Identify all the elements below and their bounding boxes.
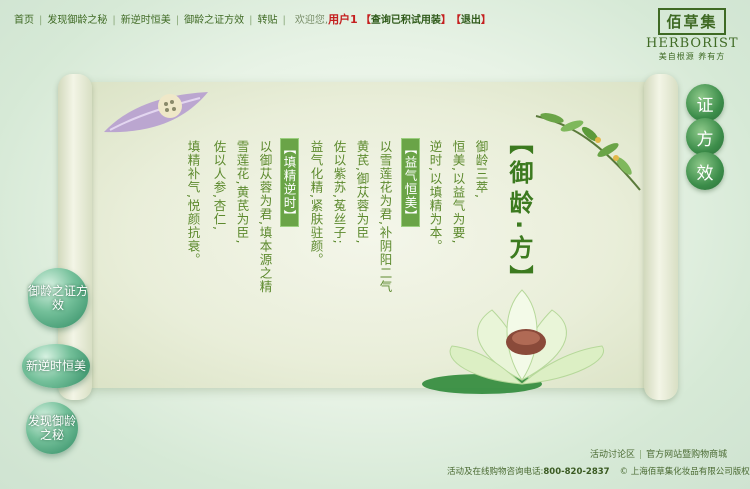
heading-tianjing-nishi: 【填精逆时】 bbox=[279, 138, 299, 227]
nav-new-link[interactable]: 新逆时恒美 bbox=[121, 11, 171, 26]
nav-separator: | bbox=[39, 15, 43, 26]
scroll-text-column: 以御苁蓉为君,填本源之精 bbox=[257, 140, 273, 294]
footer-info: 活动及在线购物咨询电话:800-820-2837 © 上海佰草集化妆品有限公司版权… bbox=[447, 465, 750, 477]
scroll-heading-yiqi: 【益气恒美】 bbox=[400, 138, 420, 227]
top-nav: 首页 | 发现御龄之秘 | 新逆时恒美 | 御龄之证方效 | 转贴 | 欢迎您,用户1 【查询已积试… bbox=[14, 11, 491, 27]
bracket-close: 】 bbox=[480, 15, 491, 26]
zheng-button[interactable]: 证 bbox=[686, 84, 724, 122]
nav-separator: | bbox=[282, 15, 286, 26]
bracket-close: 】 bbox=[440, 15, 451, 26]
scroll-text-column: 佐以人参,杏仁, bbox=[211, 140, 227, 231]
left-nav-proof-button[interactable]: 御龄之证方效 bbox=[28, 268, 88, 328]
scroll-text-column: 雪莲花,黄芪为臣, bbox=[234, 140, 250, 245]
nav-repost-link[interactable]: 转贴 bbox=[258, 11, 278, 26]
welcome-text: 欢迎您, bbox=[294, 15, 329, 26]
scroll-heading-tianjing: 【填精逆时】 bbox=[279, 138, 299, 227]
query-trial-link[interactable]: 查询已积试用装 bbox=[371, 11, 441, 26]
logout-link[interactable]: 退出 bbox=[461, 11, 481, 26]
footer-phone: 800-820-2837 bbox=[543, 467, 610, 477]
nav-separator: | bbox=[175, 15, 180, 26]
scroll-text-column: 逆时,以填精为本。 bbox=[427, 140, 443, 253]
bracket-open: 【 bbox=[450, 15, 461, 26]
nav-separator: | bbox=[112, 15, 116, 26]
username: 用户1 bbox=[328, 13, 358, 26]
scroll-text-column: 益气化精,紧肤驻颜。 bbox=[308, 140, 324, 267]
bracket-open: 【 bbox=[360, 15, 371, 26]
left-nav-discover-button[interactable]: 发现御龄之秘 bbox=[26, 402, 78, 454]
xiao-button[interactable]: 效 bbox=[686, 152, 724, 190]
flower-decoration-icon bbox=[104, 92, 208, 133]
footer-links: 活动讨论区 | 官方网站暨购物商城 bbox=[590, 447, 727, 460]
scroll-text-column: 填精补气,悦颜抗衰。 bbox=[185, 140, 201, 267]
fang-button[interactable]: 方 bbox=[686, 118, 724, 156]
footer-store-link[interactable]: 官方网站暨购物商城 bbox=[646, 450, 727, 460]
logo-cn: 佰草集 bbox=[658, 8, 726, 35]
scroll-text-column: 恒美,以益气为要, bbox=[450, 140, 466, 245]
scroll-text-column: 黄芪,御苁蓉为臣, bbox=[354, 140, 370, 245]
scroll-rod-right bbox=[644, 74, 678, 400]
lotus-flower-icon bbox=[422, 289, 605, 394]
nav-separator: | bbox=[249, 15, 253, 26]
nav-home-link[interactable]: 首页 bbox=[14, 11, 34, 26]
footer-forum-link[interactable]: 活动讨论区 bbox=[590, 450, 635, 460]
left-nav-new-button[interactable]: 新逆时恒美 bbox=[22, 344, 90, 388]
logo-en: HERBORIST bbox=[646, 36, 739, 51]
scroll-text-column: 佐以紫苏,菟丝子; bbox=[331, 140, 347, 245]
footer-hotline-label: 活动及在线购物咨询电话: bbox=[447, 467, 544, 477]
brand-logo[interactable]: 佰草集 HERBORIST 美自根源 养有方 bbox=[646, 8, 738, 62]
heading-yiqi-hengmei: 【益气恒美】 bbox=[400, 138, 420, 227]
scroll-text-column: 以雪莲花为君,补阴阳二气 bbox=[377, 140, 393, 294]
branch-decoration-icon bbox=[535, 113, 641, 191]
scroll-text-column: 御龄三萃, bbox=[473, 140, 489, 199]
footer-copyright: © 上海佰草集化妆品有限公司版权所有 bbox=[619, 467, 750, 477]
footer-separator: | bbox=[639, 450, 643, 460]
logo-tagline: 美自根源 养有方 bbox=[658, 52, 726, 61]
scroll-title: 【御龄·方】 bbox=[505, 130, 533, 296]
nav-proof-link[interactable]: 御龄之证方效 bbox=[184, 11, 244, 26]
nav-discover-link[interactable]: 发现御龄之秘 bbox=[47, 11, 107, 26]
